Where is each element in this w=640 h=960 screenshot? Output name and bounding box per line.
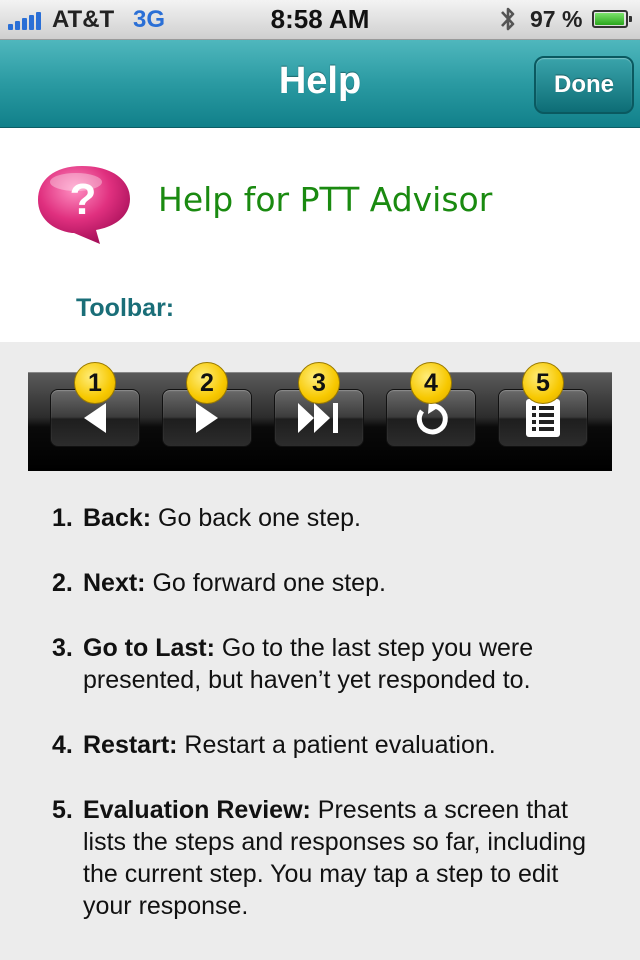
- description-go-to-last: 3. Go to Last: Go to the last step you we…: [52, 632, 612, 696]
- help-screen: AT&T 3G 8:58 AM 97 % Help Done ? Help fo…: [0, 0, 640, 960]
- help-header: ? Help for PTT Advisor Toolbar:: [0, 128, 640, 342]
- description-number: 4.: [52, 731, 73, 759]
- svg-text:?: ?: [70, 175, 97, 224]
- description-term: Go to Last:: [83, 634, 215, 662]
- description-next: 2. Next: Go forward one step.: [52, 567, 612, 599]
- status-bar: AT&T 3G 8:58 AM 97 %: [0, 0, 640, 40]
- toolbar-label: Toolbar:: [76, 294, 175, 322]
- restart-icon: [416, 399, 448, 435]
- restart-toolbar-button: 4: [386, 362, 476, 447]
- description-term: Evaluation Review:: [83, 796, 311, 824]
- back-arrow-icon: [84, 403, 106, 433]
- description-term: Next:: [83, 569, 146, 597]
- bluetooth-icon: [501, 7, 515, 31]
- next-toolbar-button: 2: [162, 362, 252, 447]
- battery-percent: 97 %: [530, 6, 583, 32]
- description-number: 5.: [52, 796, 73, 824]
- back-toolbar-button: 1: [50, 362, 140, 447]
- battery-level: [595, 13, 625, 25]
- help-bubble-icon: ?: [38, 166, 130, 244]
- description-number: 1.: [52, 504, 73, 532]
- badge-2: 2: [186, 362, 228, 404]
- badge-1: 1: [74, 362, 116, 404]
- toolbar-description-list: 1. Back: Go back one step. 2. Next: Go for…: [52, 502, 612, 955]
- badge-4: 4: [410, 362, 452, 404]
- evaluation-review-toolbar-button: 5: [498, 362, 588, 447]
- nav-bar: Help Done: [0, 40, 640, 128]
- description-restart: 4. Restart: Restart a patient evaluation.: [52, 729, 612, 761]
- done-button[interactable]: Done: [534, 56, 634, 114]
- description-text: Go forward one step.: [145, 569, 386, 597]
- description-term: Restart:: [83, 731, 178, 759]
- description-text: Restart a patient evaluation.: [177, 731, 496, 759]
- go-to-last-icon: [298, 403, 338, 433]
- next-arrow-icon: [196, 403, 218, 433]
- badge-3: 3: [298, 362, 340, 404]
- description-number: 2.: [52, 569, 73, 597]
- badge-5: 5: [522, 362, 564, 404]
- go-to-last-toolbar-button: 3: [274, 362, 364, 447]
- help-title: Help for PTT Advisor: [158, 180, 493, 219]
- description-text: Go back one step.: [151, 504, 361, 532]
- toolbar-illustration: 1 2 3 4 5: [28, 362, 612, 471]
- description-term: Back:: [83, 504, 152, 532]
- evaluation-review-icon: [526, 399, 560, 437]
- description-evaluation-review: 5. Evaluation Review: Presents a screen t…: [52, 794, 612, 922]
- description-number: 3.: [52, 634, 73, 662]
- battery-icon: [592, 10, 632, 28]
- description-back: 1. Back: Go back one step.: [52, 502, 612, 534]
